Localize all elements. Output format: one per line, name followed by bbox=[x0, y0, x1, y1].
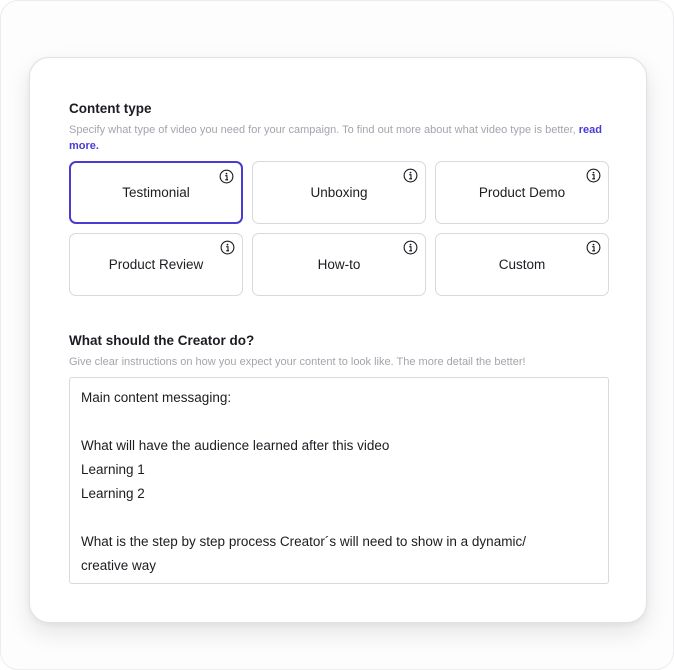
option-label: How-to bbox=[317, 257, 361, 272]
info-icon[interactable] bbox=[219, 169, 234, 184]
info-icon[interactable] bbox=[403, 240, 418, 255]
content-type-help-text: Specify what type of video you need for … bbox=[69, 124, 576, 136]
info-icon[interactable] bbox=[403, 168, 418, 183]
info-icon[interactable] bbox=[220, 240, 235, 255]
textarea-line bbox=[81, 506, 597, 530]
textarea-line: Learning 2 bbox=[81, 486, 145, 501]
textarea-line: Main content messaging: bbox=[81, 390, 232, 405]
option-label: Custom bbox=[498, 257, 546, 272]
content-type-option-testimonial[interactable]: Testimonial bbox=[69, 161, 243, 224]
instructions-title: What should the Creator do? bbox=[69, 333, 255, 348]
content-type-title: Content type bbox=[69, 101, 152, 116]
content-type-help: Specify what type of video you need for … bbox=[69, 122, 614, 154]
content-type-option-custom[interactable]: Custom bbox=[435, 233, 609, 296]
campaign-content-card: Content type Specify what type of video … bbox=[29, 57, 647, 623]
option-label: Product Review bbox=[108, 257, 204, 272]
textarea-line: Learning 1 bbox=[81, 462, 145, 477]
textarea-line bbox=[81, 410, 597, 434]
textarea-line: What will have the audience learned afte… bbox=[81, 438, 390, 453]
content-type-option-product-demo[interactable]: Product Demo bbox=[435, 161, 609, 224]
option-label: Unboxing bbox=[310, 185, 368, 200]
info-icon[interactable] bbox=[586, 240, 601, 255]
instructions-help: Give clear instructions on how you expec… bbox=[69, 356, 526, 368]
option-label: Product Demo bbox=[478, 185, 566, 200]
content-type-option-how-to[interactable]: How-to bbox=[252, 233, 426, 296]
content-type-option-product-review[interactable]: Product Review bbox=[69, 233, 243, 296]
content-type-option-unboxing[interactable]: Unboxing bbox=[252, 161, 426, 224]
page-frame: Content type Specify what type of video … bbox=[0, 0, 674, 670]
option-label: Testimonial bbox=[122, 185, 190, 200]
info-icon[interactable] bbox=[586, 168, 601, 183]
instructions-textarea[interactable]: Main content messaging: What will have t… bbox=[69, 377, 609, 584]
textarea-line: What is the step by step process Creator… bbox=[81, 534, 526, 549]
textarea-line: creative way bbox=[81, 558, 157, 573]
